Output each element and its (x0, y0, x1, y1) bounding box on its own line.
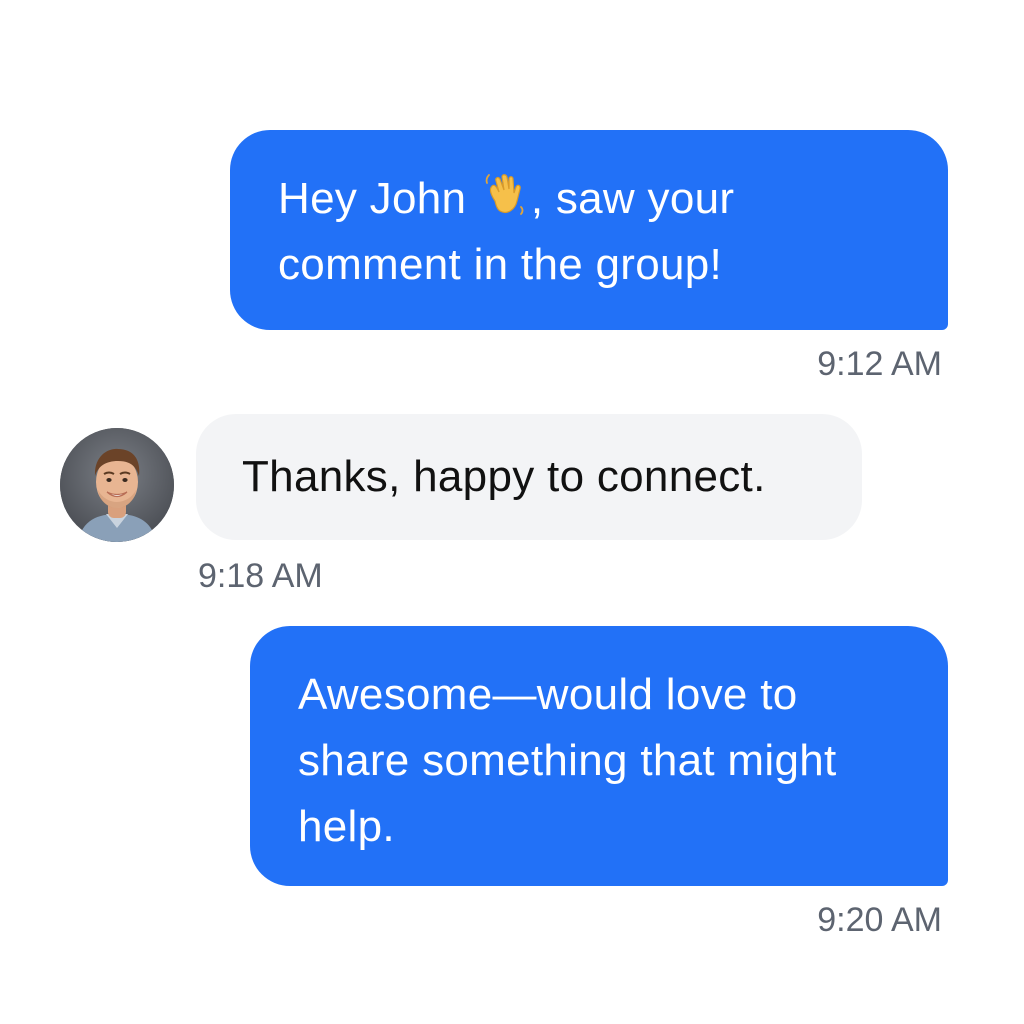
message-timestamp: 9:12 AM (817, 345, 942, 383)
message-timestamp: 9:18 AM (198, 557, 323, 595)
message-text: Hey John (278, 174, 479, 223)
avatar[interactable] (60, 428, 174, 542)
waving-hand-icon (481, 171, 529, 219)
incoming-message-bubble[interactable]: Thanks, happy to connect. (196, 414, 862, 540)
message-text: Thanks, happy to connect. (242, 452, 766, 501)
outgoing-message-bubble[interactable]: Awesome—would love to share something th… (250, 626, 948, 886)
message-text: Awesome—would love to share something th… (298, 670, 837, 851)
outgoing-message-bubble[interactable]: Hey John , saw your comment in the group… (230, 130, 948, 330)
chat-thread: Hey John , saw your comment in the group… (0, 0, 1024, 1024)
message-timestamp: 9:20 AM (817, 901, 942, 939)
person-avatar-icon (60, 428, 174, 542)
